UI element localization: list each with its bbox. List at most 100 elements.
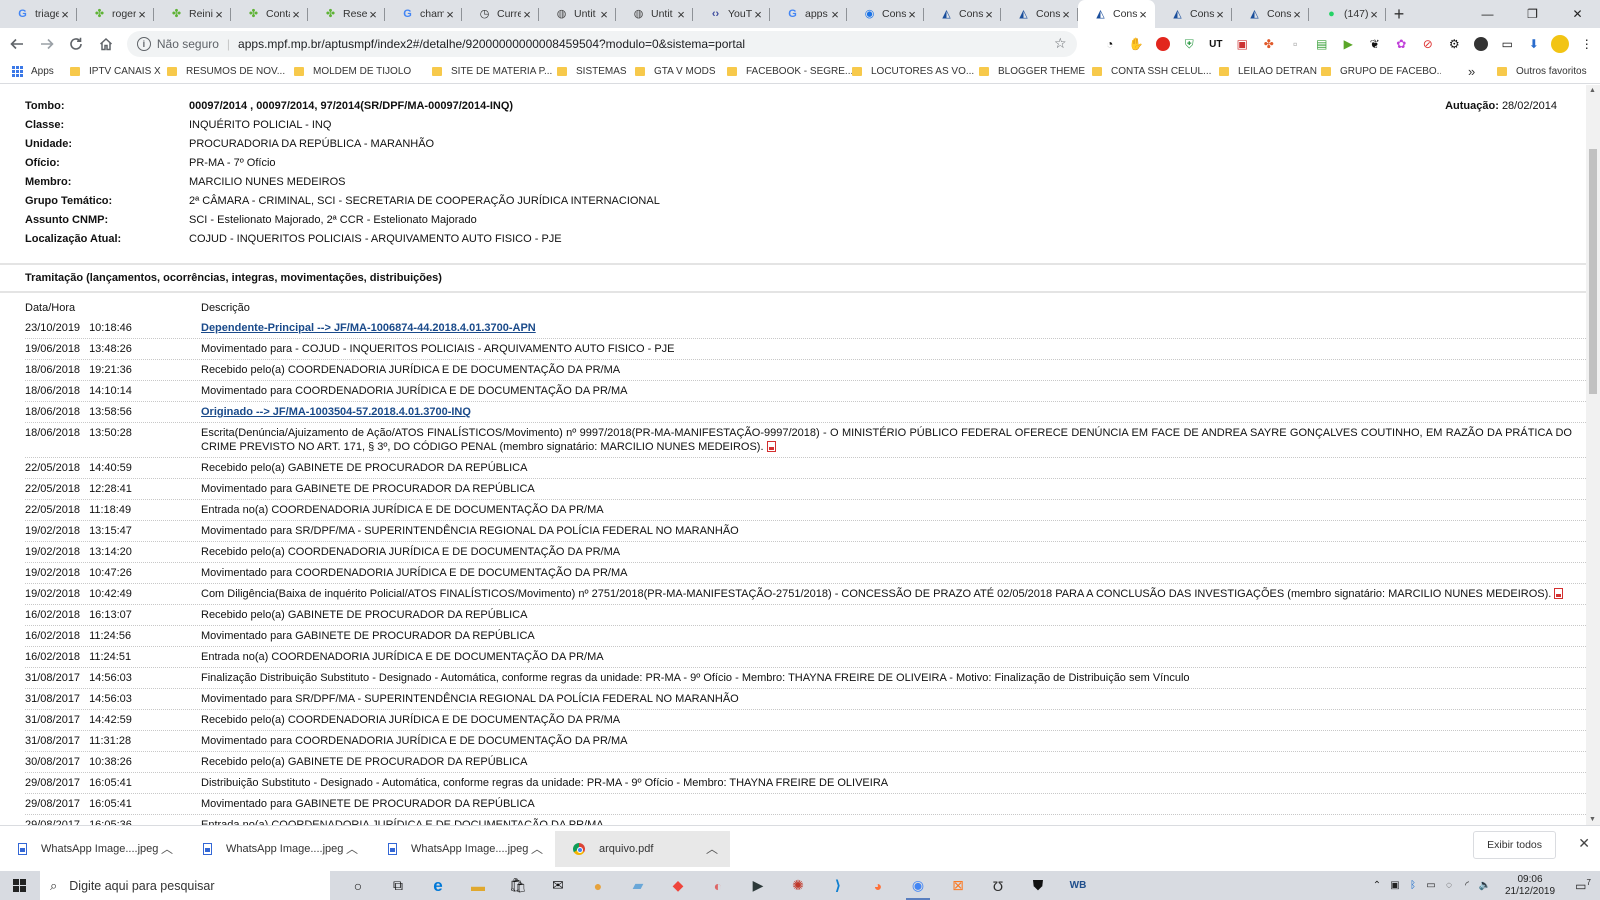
bookmark-folder[interactable]: LEILÃO DETRAN [1219, 66, 1321, 77]
tab-close-icon[interactable]: × [983, 7, 995, 22]
tab-15[interactable]: ◭ Cons × [1155, 0, 1232, 28]
tab-12[interactable]: ◭ Cons × [924, 0, 1001, 28]
menu-icon[interactable]: ⋮ [1574, 37, 1600, 51]
start-button[interactable] [0, 871, 40, 900]
anydesk-icon[interactable]: ◆ [658, 871, 698, 900]
tab-2[interactable]: ✤ Reinic× [154, 0, 231, 28]
brush-icon[interactable]: ◐ [698, 871, 738, 900]
back-button[interactable] [4, 31, 30, 57]
tab-8[interactable]: ◍ Untit × [616, 0, 693, 28]
close-icon[interactable]: ✕ [1555, 0, 1600, 28]
show-all-downloads-button[interactable]: Exibir todos [1473, 831, 1556, 859]
edge-icon[interactable]: e [418, 871, 458, 900]
play-icon[interactable]: ▶ [1335, 37, 1362, 51]
tab-5[interactable]: Gcham × [385, 0, 462, 28]
cortana-icon[interactable]: ○ [338, 871, 378, 900]
file-explorer-icon[interactable]: ▬ [458, 871, 498, 900]
terminal-icon[interactable]: ▶ [738, 871, 778, 900]
address-bar[interactable]: i Não seguro | apps.mpf.mp.br/aptusmpf/i… [126, 31, 1077, 57]
notification-center-icon[interactable]: ▭7 [1566, 878, 1600, 893]
download-item[interactable]: arquivo.pdf ︿ [555, 830, 730, 867]
tab-16[interactable]: ◭ Cons × [1232, 0, 1309, 28]
hand-icon[interactable]: ✋ [1123, 37, 1150, 51]
square-extension-icon[interactable]: ▫ [1282, 37, 1309, 51]
download-item[interactable]: WhatsApp Image....jpeg ︿ [185, 831, 370, 867]
opera-icon[interactable] [1150, 37, 1177, 51]
info-icon[interactable]: i [136, 37, 151, 51]
wb-icon[interactable]: WB [1058, 871, 1098, 900]
chevron-up-icon[interactable]: ︿ [706, 840, 718, 857]
tab-close-icon[interactable]: × [829, 7, 841, 22]
bookmark-folder[interactable]: LOCUTORES AS VO... [852, 66, 979, 77]
url-text[interactable]: apps.mpf.mp.br/aptusmpf/index2#/detalhe/… [238, 37, 745, 51]
tab-0[interactable]: Gtriage × [0, 0, 77, 28]
bookmark-folder[interactable]: IPTV CANAIS X [70, 66, 167, 77]
bookmark-folder[interactable]: CONTA SSH CELUL... [1092, 66, 1219, 77]
bookmark-folder[interactable]: FACEBOOK - SEGRE... [727, 66, 852, 77]
vscode-icon[interactable]: ⟩ [818, 871, 858, 900]
close-downloads-icon[interactable]: ✕ [1578, 835, 1590, 852]
media-icon[interactable]: ▭ [1494, 37, 1521, 51]
download-item[interactable]: WhatsApp Image....jpeg ︿ [0, 831, 185, 867]
event-link[interactable]: Dependente-Principal --> JF/MA-1006874-4… [201, 322, 536, 334]
bookmark-star-icon[interactable]: ☆ [1054, 35, 1067, 52]
unity-icon[interactable]: Ʊ [978, 871, 1018, 900]
translate-icon[interactable]: UT [1203, 39, 1230, 50]
cast-icon[interactable]: ▣ [1229, 37, 1256, 51]
pdf-icon[interactable] [766, 441, 776, 452]
bookmark-other-folder[interactable]: Outros favoritos [1497, 66, 1587, 77]
speedometer-icon[interactable]: ◔ [1097, 37, 1124, 51]
tv-icon[interactable]: ▤ [1309, 37, 1336, 51]
firefox-icon[interactable]: ◕ [858, 871, 898, 900]
download-icon[interactable] [1468, 37, 1495, 51]
bookmark-folder[interactable]: MOLDEM DE TIJOLO [294, 66, 432, 77]
network-icon[interactable]: ◌ [1440, 880, 1458, 891]
paint-icon[interactable]: ● [578, 871, 618, 900]
flower-icon[interactable]: ✿ [1388, 37, 1415, 51]
bluetooth-icon[interactable]: ᛒ [1404, 880, 1422, 891]
tray-expand-icon[interactable]: ⌃ [1368, 880, 1386, 891]
chevron-up-icon[interactable]: ︿ [161, 840, 173, 857]
tab-close-icon[interactable]: × [752, 7, 764, 22]
download-item[interactable]: WhatsApp Image....jpeg ︿ [370, 831, 555, 867]
tab-close-icon[interactable]: × [1368, 7, 1380, 22]
home-button[interactable] [93, 31, 119, 57]
chevron-up-icon[interactable]: ︿ [346, 840, 358, 857]
tab-7[interactable]: ◍ Untit × [539, 0, 616, 28]
puzzle-extension-icon[interactable]: ✤ [1256, 37, 1283, 51]
tab-close-icon[interactable]: × [906, 7, 918, 22]
bookmark-folder[interactable]: GTA V MODS [635, 66, 727, 77]
volume-icon[interactable]: 🔈 [1476, 880, 1494, 891]
chevron-up-icon[interactable]: ︿ [531, 840, 543, 857]
tab-17[interactable]: ● (147) × [1309, 0, 1386, 28]
bookmark-folder[interactable]: SITE DE MATERIA P... [432, 66, 557, 77]
tab-3[interactable]: ✤ Conta× [231, 0, 308, 28]
tab-close-icon[interactable]: × [136, 7, 148, 22]
bookmark-folder[interactable]: SISTEMAS [557, 66, 635, 77]
tab-close-icon[interactable]: × [598, 7, 610, 22]
reload-button[interactable] [63, 31, 89, 57]
bookmark-folder[interactable]: BLOGGER THEME [979, 66, 1092, 77]
tab-1[interactable]: ✤ roger × [77, 0, 154, 28]
shield-check-icon[interactable]: ⛨ [1176, 37, 1203, 52]
task-view-icon[interactable]: ⧉ [378, 871, 418, 900]
new-tab-button[interactable]: + [1386, 0, 1412, 28]
maximize-icon[interactable]: ❐ [1510, 0, 1555, 28]
tray-app-icon[interactable]: ▣ [1386, 880, 1404, 891]
tab-4[interactable]: ✤ Reset× [308, 0, 385, 28]
tab-10[interactable]: Gapps × [770, 0, 847, 28]
bookmarks-more-button[interactable]: » [1468, 64, 1475, 79]
tab-6[interactable]: ◷ Curre × [462, 0, 539, 28]
bookmark-folder[interactable]: GRUPO DE FACEBO... [1321, 66, 1441, 77]
vertical-scrollbar[interactable]: ▲ ▼ [1586, 85, 1600, 825]
scroll-up-icon[interactable]: ▲ [1589, 87, 1596, 94]
minimize-icon[interactable]: — [1465, 0, 1510, 28]
save-icon[interactable]: ⬇ [1521, 37, 1548, 51]
tab-9[interactable]: ‹› YouTu× [693, 0, 770, 28]
security-status[interactable]: Não seguro [157, 37, 219, 51]
mail-icon[interactable]: ✉ [538, 871, 578, 900]
tab-close-icon[interactable]: × [1137, 7, 1149, 22]
security-shield-icon[interactable]: ⛊ [1018, 871, 1058, 900]
tab-close-icon[interactable]: × [1291, 7, 1303, 22]
xampp-icon[interactable]: ⊠ [938, 871, 978, 900]
